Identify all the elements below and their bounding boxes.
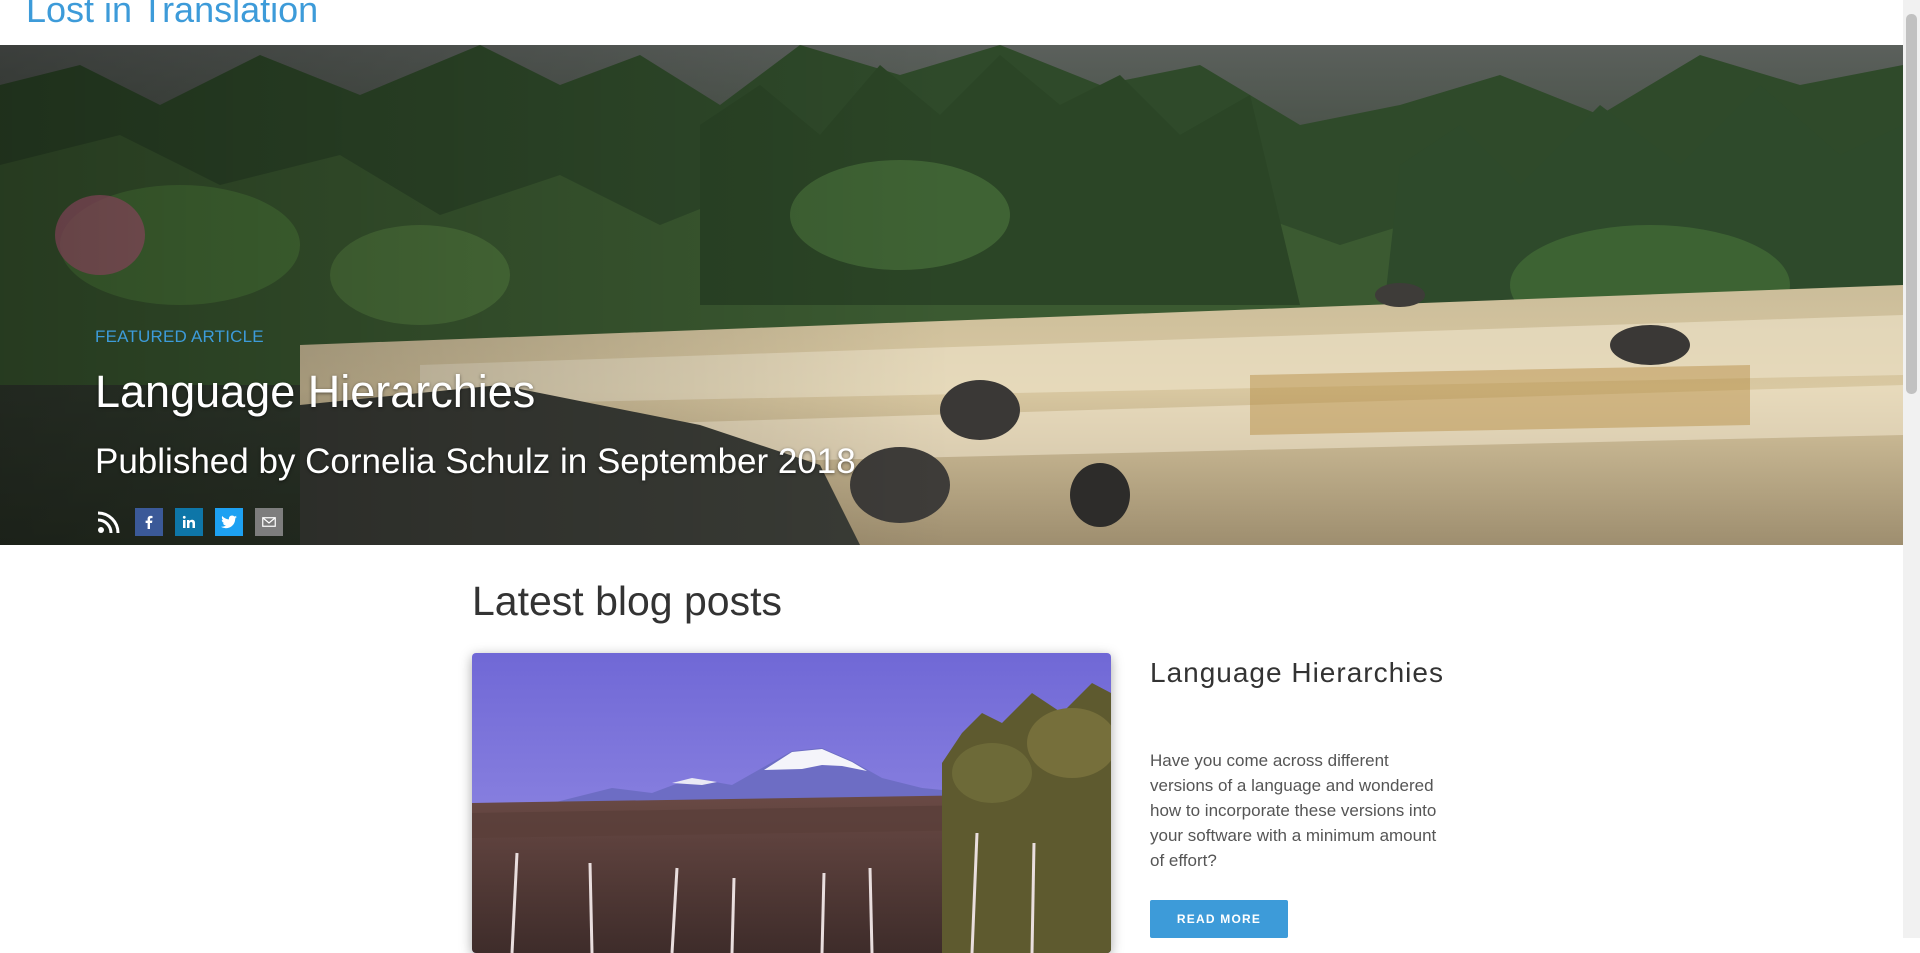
section-title: Latest blog posts: [472, 578, 782, 624]
site-title-link[interactable]: Lost in Translation: [26, 0, 318, 28]
email-icon[interactable]: [255, 508, 283, 536]
scrollbar-thumb[interactable]: [1906, 14, 1917, 394]
facebook-icon[interactable]: [135, 508, 163, 536]
hero-title[interactable]: Language Hierarchies: [95, 366, 535, 418]
rss-icon[interactable]: [95, 508, 123, 536]
post-excerpt: Have you come across different versions …: [1150, 751, 1437, 870]
top-bar: Lost in Translation: [0, 0, 1903, 45]
read-more-button[interactable]: READ MORE: [1150, 900, 1288, 938]
post-title[interactable]: Language Hierarchies: [1150, 657, 1450, 689]
hero-byline: Published by Cornelia Schulz in Septembe…: [95, 442, 856, 481]
hero-banner: FEATURED ARTICLE Language Hierarchies Pu…: [0, 45, 1903, 545]
vertical-scrollbar[interactable]: [1903, 0, 1920, 938]
social-share-bar: [95, 508, 283, 536]
linkedin-icon[interactable]: [175, 508, 203, 536]
twitter-icon[interactable]: [215, 508, 243, 536]
post-image[interactable]: [472, 653, 1111, 953]
featured-label: FEATURED ARTICLE: [95, 327, 264, 346]
